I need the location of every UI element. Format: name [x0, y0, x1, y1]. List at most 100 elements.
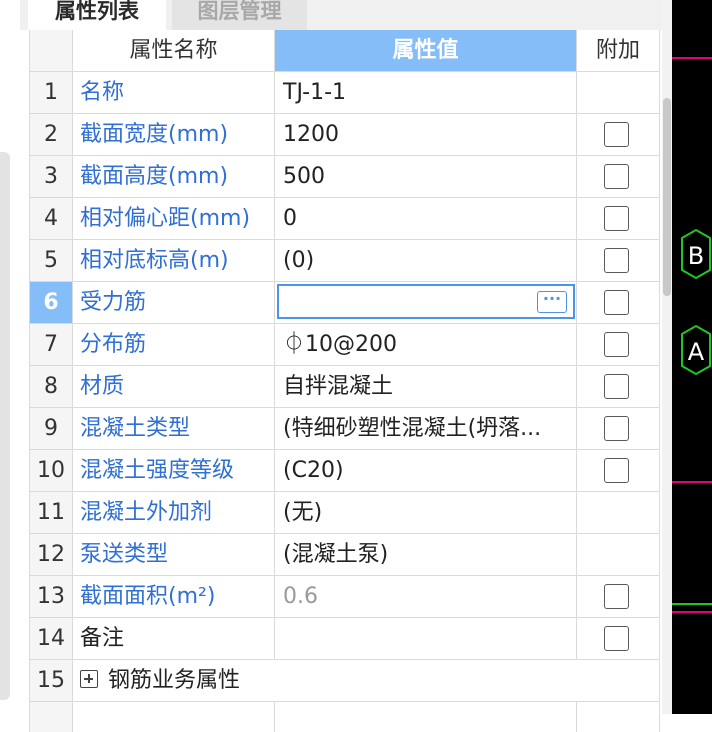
table-row-group[interactable]: 15 钢筋业务属性 [29, 660, 660, 702]
additional-checkbox[interactable] [604, 584, 629, 609]
additional-checkbox[interactable] [604, 626, 629, 651]
property-value[interactable]: 自拌混凝土 [275, 366, 577, 407]
additional-checkbox[interactable] [604, 290, 629, 315]
more-options-button[interactable]: ··· [537, 291, 567, 313]
row-number: 2 [29, 114, 73, 155]
row-number: 3 [29, 156, 73, 197]
property-value[interactable]: 500 [275, 156, 577, 197]
additional-checkbox[interactable] [604, 416, 629, 441]
additional-cell [577, 324, 660, 365]
property-value[interactable]: 1200 [275, 114, 577, 155]
additional-cell [577, 72, 660, 113]
row-number: 14 [29, 618, 73, 659]
axis-label-b: B [688, 242, 704, 270]
property-value[interactable]: (C20) [275, 450, 577, 491]
tab-layer-management[interactable]: 图层管理 [172, 0, 307, 30]
row-number: 9 [29, 408, 73, 449]
property-grid: 属性名称 属性值 附加 1 名称 TJ-1-1 2 截面宽度(mm) 1200 … [29, 30, 660, 732]
row-number: 13 [29, 576, 73, 617]
header-index [29, 30, 73, 71]
property-value-readonly: 0.6 [275, 576, 577, 617]
property-value-cell: ··· [275, 282, 577, 323]
table-row[interactable]: 11 混凝土外加剂 (无) [29, 492, 660, 534]
table-row[interactable]: 10 混凝土强度等级 (C20) [29, 450, 660, 492]
property-value[interactable]: (特细砂塑性混凝土(坍落... [275, 408, 577, 449]
tab-property-list[interactable]: 属性列表 [28, 0, 166, 30]
table-row-selected[interactable]: 6 受力筋 ··· [29, 282, 660, 324]
property-name: 备注 [73, 618, 275, 659]
ellipsis-icon: ··· [542, 289, 562, 308]
drawing-canvas[interactable]: B A [672, 0, 712, 714]
additional-cell [577, 366, 660, 407]
additional-checkbox[interactable] [604, 164, 629, 189]
property-value[interactable]: 0 [275, 198, 577, 239]
property-value[interactable]: (混凝土泵) [275, 534, 577, 575]
row-number: 1 [29, 72, 73, 113]
table-row[interactable]: 3 截面高度(mm) 500 [29, 156, 660, 198]
canvas-graphics: B A [672, 57, 712, 613]
additional-checkbox[interactable] [604, 374, 629, 399]
property-value[interactable]: ⏀10@200 [275, 324, 577, 365]
property-value-input[interactable]: ··· [277, 284, 575, 319]
property-name: 名称 [73, 72, 275, 113]
row-number: 7 [29, 324, 73, 365]
table-row[interactable]: 4 相对偏心距(mm) 0 [29, 198, 660, 240]
table-row[interactable]: 7 分布筋 ⏀10@200 [29, 324, 660, 366]
additional-cell [577, 282, 660, 323]
table-row[interactable]: 9 混凝土类型 (特细砂塑性混凝土(坍落... [29, 408, 660, 450]
table-row[interactable]: 13 截面面积(m²) 0.6 [29, 576, 660, 618]
property-name: 泵送类型 [73, 534, 275, 575]
property-name: 混凝土外加剂 [73, 492, 275, 533]
property-name: 受力筋 [73, 282, 275, 323]
property-name: 截面高度(mm) [73, 156, 275, 197]
additional-cell [577, 492, 660, 533]
table-row[interactable]: 12 泵送类型 (混凝土泵) [29, 534, 660, 576]
property-value[interactable]: (0) [275, 240, 577, 281]
property-group-label: 钢筋业务属性 [108, 668, 241, 693]
header-property-value[interactable]: 属性值 [275, 30, 577, 71]
additional-cell [577, 534, 660, 575]
row-number: 4 [29, 198, 73, 239]
additional-checkbox[interactable] [604, 122, 629, 147]
table-row-partial[interactable] [29, 702, 660, 732]
row-number: 12 [29, 534, 73, 575]
additional-cell [577, 660, 660, 701]
expand-plus-icon[interactable] [80, 670, 98, 688]
table-row[interactable]: 5 相对底标高(m) (0) [29, 240, 660, 282]
property-value[interactable]: TJ-1-1 [275, 72, 577, 113]
header-property-name[interactable]: 属性名称 [73, 30, 275, 71]
property-group-name: 钢筋业务属性 [73, 660, 577, 701]
property-name: 分布筋 [73, 324, 275, 365]
row-number: 11 [29, 492, 73, 533]
table-row[interactable]: 8 材质 自拌混凝土 [29, 366, 660, 408]
additional-checkbox[interactable] [604, 248, 629, 273]
additional-cell [577, 618, 660, 659]
left-scrollbar[interactable] [0, 152, 10, 700]
axis-label-a: A [688, 338, 705, 366]
row-number: 15 [29, 660, 73, 701]
additional-checkbox[interactable] [604, 206, 629, 231]
additional-cell [577, 702, 660, 732]
table-row[interactable]: 14 备注 [29, 618, 660, 660]
additional-cell [577, 408, 660, 449]
property-value[interactable]: (无) [275, 492, 577, 533]
property-value[interactable] [275, 618, 577, 659]
property-name: 截面面积(m²) [73, 576, 275, 617]
scrollbar-thumb[interactable] [663, 98, 671, 296]
table-row[interactable]: 1 名称 TJ-1-1 [29, 72, 660, 114]
property-name: 相对底标高(m) [73, 240, 275, 281]
additional-cell [577, 450, 660, 491]
property-name: 材质 [73, 366, 275, 407]
grid-header: 属性名称 属性值 附加 [29, 30, 660, 72]
additional-checkbox[interactable] [604, 332, 629, 357]
additional-checkbox[interactable] [604, 458, 629, 483]
table-row[interactable]: 2 截面宽度(mm) 1200 [29, 114, 660, 156]
panel-tabs: 属性列表 图层管理 [20, 0, 662, 30]
property-name: 混凝土类型 [73, 408, 275, 449]
property-name: 截面宽度(mm) [73, 114, 275, 155]
property-value [275, 702, 577, 732]
header-additional[interactable]: 附加 [577, 30, 660, 71]
row-number: 5 [29, 240, 73, 281]
property-name: 混凝土强度等级 [73, 450, 275, 491]
row-number: 8 [29, 366, 73, 407]
